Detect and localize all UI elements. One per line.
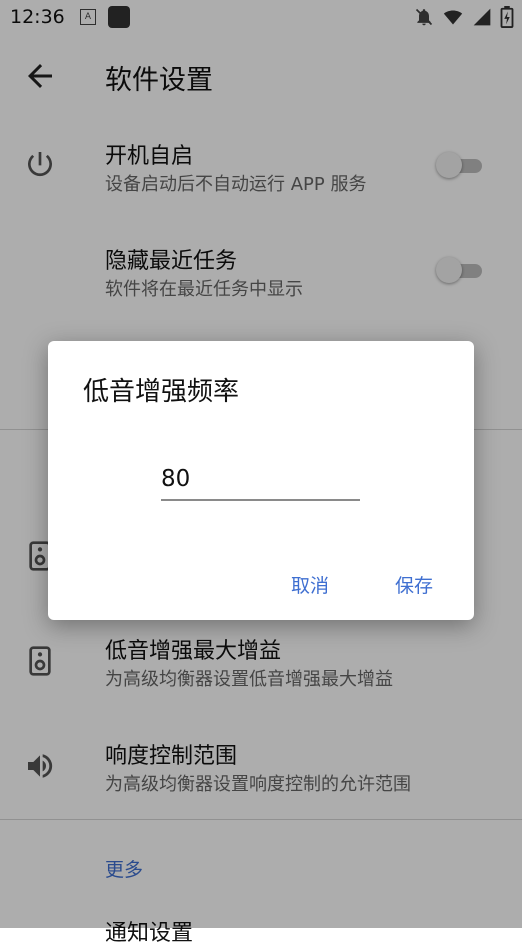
- cancel-button[interactable]: 取消: [291, 571, 329, 598]
- bass-frequency-dialog: 低音增强频率 取消 保存: [48, 341, 474, 620]
- frequency-input[interactable]: [161, 459, 360, 501]
- dialog-title: 低音增强频率: [83, 377, 240, 407]
- save-button[interactable]: 保存: [395, 571, 433, 598]
